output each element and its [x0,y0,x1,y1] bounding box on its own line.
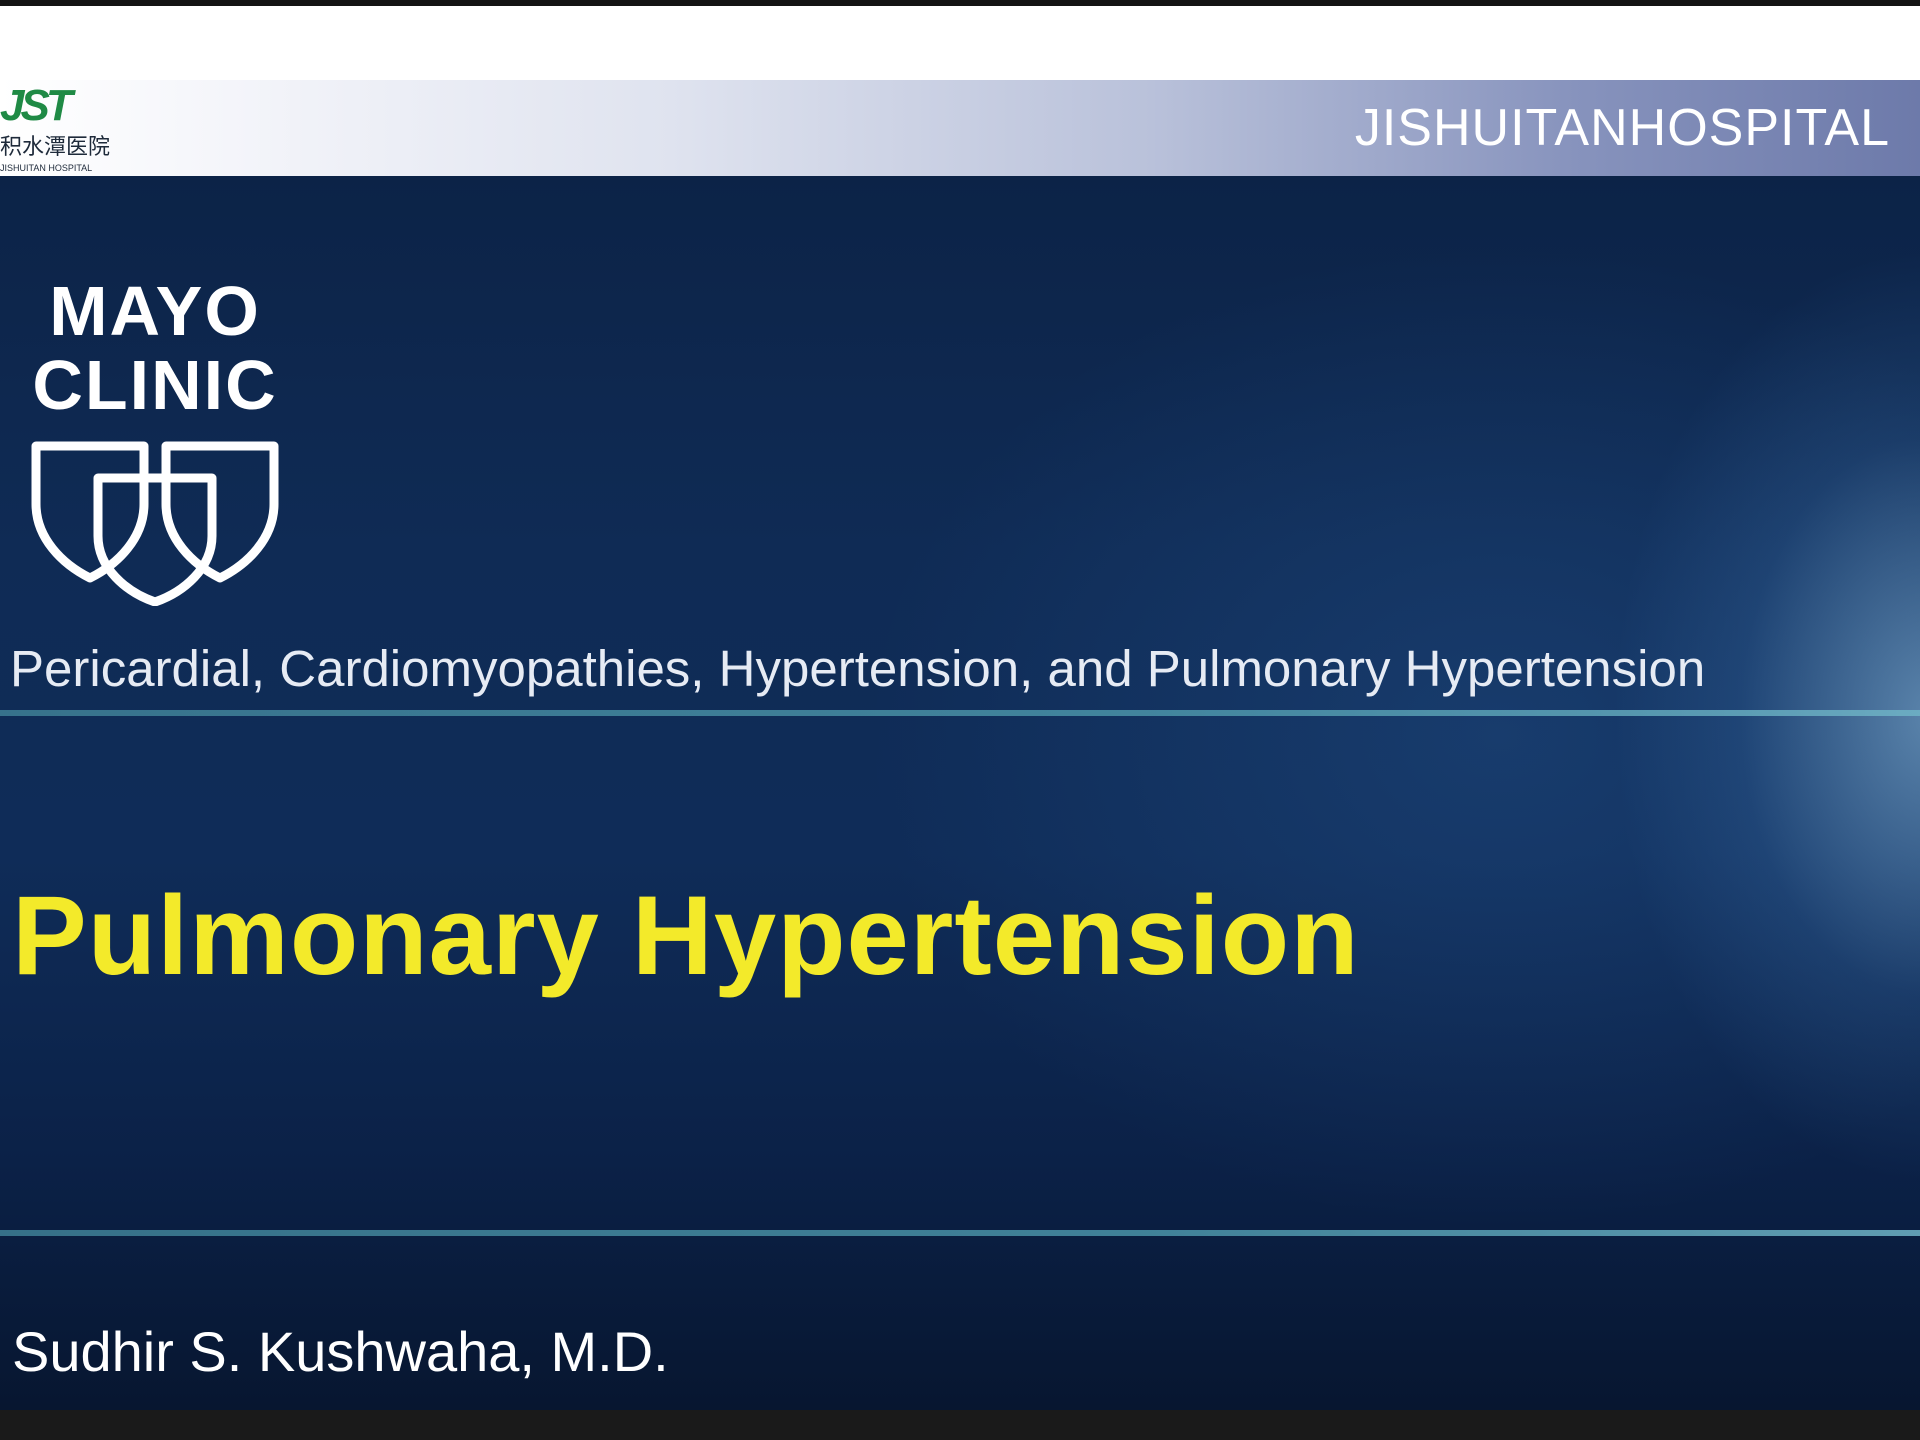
jst-logo: JST 积水潭医院 JISHUITAN HOSPITAL [0,80,110,176]
jst-logo-chinese: 积水潭医院 [0,135,111,160]
slide-title: Pulmonary Hypertension [12,873,1360,998]
bottom-edge-strip [0,1410,1920,1440]
mayo-logo-line1: MAYO [49,272,261,350]
lower-divider [0,1230,1920,1236]
presenter-name: Sudhir S. Kushwaha, M.D. [12,1320,669,1383]
jst-logo-mark: JST [0,81,73,130]
slide-content: MAYO CLINIC Pericardial, Cardiomyopathie… [0,176,1920,1410]
white-band [0,6,1920,80]
slide-subtitle: Pericardial, Cardiomyopathies, Hypertens… [10,640,1706,697]
jst-logo-english: JISHUITAN HOSPITAL [0,163,93,173]
header-bar: JST 积水潭医院 JISHUITAN HOSPITAL JISHUITANHO… [0,80,1920,176]
upper-divider [0,710,1920,716]
hospital-name: JISHUITANHOSPITAL [1354,99,1890,157]
mayo-logo-line2: CLINIC [32,346,278,424]
mayo-three-shields-icon [31,441,279,606]
mayo-clinic-logo: MAYO CLINIC [0,274,310,422]
